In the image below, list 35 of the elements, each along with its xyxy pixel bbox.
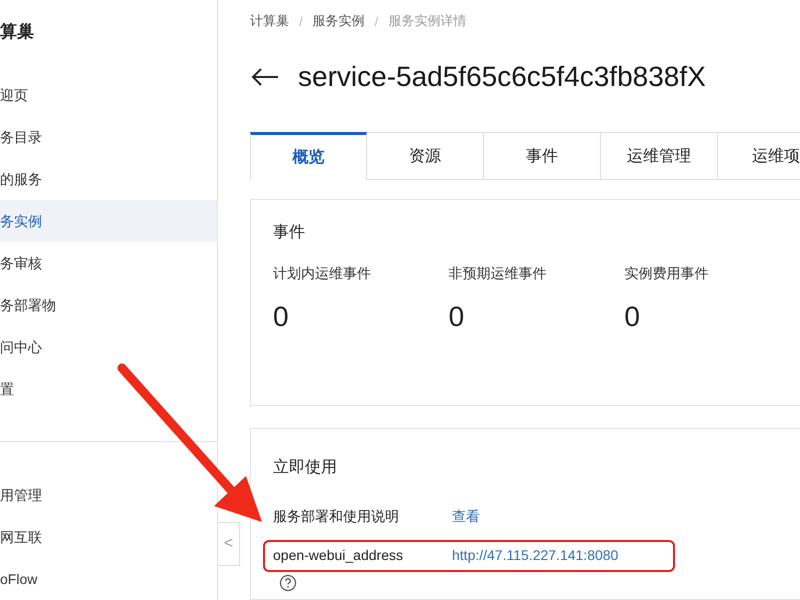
- breadcrumb-separator: /: [374, 14, 378, 28]
- sidebar-item[interactable]: 的服务: [0, 158, 217, 200]
- card-title: 事件: [273, 222, 306, 243]
- stat-value: 0: [624, 301, 641, 333]
- breadcrumb-link[interactable]: 计算巢: [250, 12, 289, 30]
- sidebar-item[interactable]: 务审核: [0, 242, 217, 284]
- sidebar-item[interactable]: 网互联: [0, 516, 217, 558]
- tab[interactable]: 事件: [484, 132, 601, 180]
- sidebar-item[interactable]: 用管理: [0, 474, 217, 516]
- sidebar-title: 算巢: [0, 21, 35, 43]
- sidebar-item[interactable]: oFlow: [0, 558, 217, 600]
- breadcrumb-link[interactable]: 服务实例: [312, 12, 365, 30]
- stat-value: 0: [448, 301, 466, 333]
- sidebar-item[interactable]: 置: [0, 368, 217, 410]
- card-title: 立即使用: [273, 458, 338, 478]
- page-title: service-5ad5f65c6c5f4c3fb838fX: [298, 61, 706, 93]
- back-arrow-icon[interactable]: [250, 67, 280, 87]
- tab[interactable]: 运维管理: [601, 132, 718, 180]
- link[interactable]: http://47.115.227.141:8080: [452, 547, 618, 563]
- stat-label: 非预期运维事件: [448, 265, 548, 283]
- sidebar-item[interactable]: 务实例: [0, 200, 217, 242]
- tab[interactable]: 概览: [250, 132, 367, 180]
- stat-label: 计划内运维事件: [273, 265, 372, 283]
- breadcrumb-separator: /: [299, 14, 303, 28]
- tab[interactable]: 运维项: [718, 132, 800, 180]
- field-label: 服务部署和使用说明: [273, 508, 400, 526]
- link[interactable]: 查看: [452, 508, 480, 526]
- sidebar-item[interactable]: 问中心: [0, 326, 217, 368]
- field-label: open-webui_address: [273, 547, 404, 563]
- stat-label: 实例费用事件: [624, 265, 710, 283]
- stat-value: 0: [273, 301, 290, 333]
- sidebar-item[interactable]: 务部署物: [0, 284, 217, 326]
- sidebar-item[interactable]: 务目录: [0, 116, 217, 158]
- tab[interactable]: 资源: [367, 132, 484, 180]
- sidebar-item[interactable]: 迎页: [0, 74, 217, 116]
